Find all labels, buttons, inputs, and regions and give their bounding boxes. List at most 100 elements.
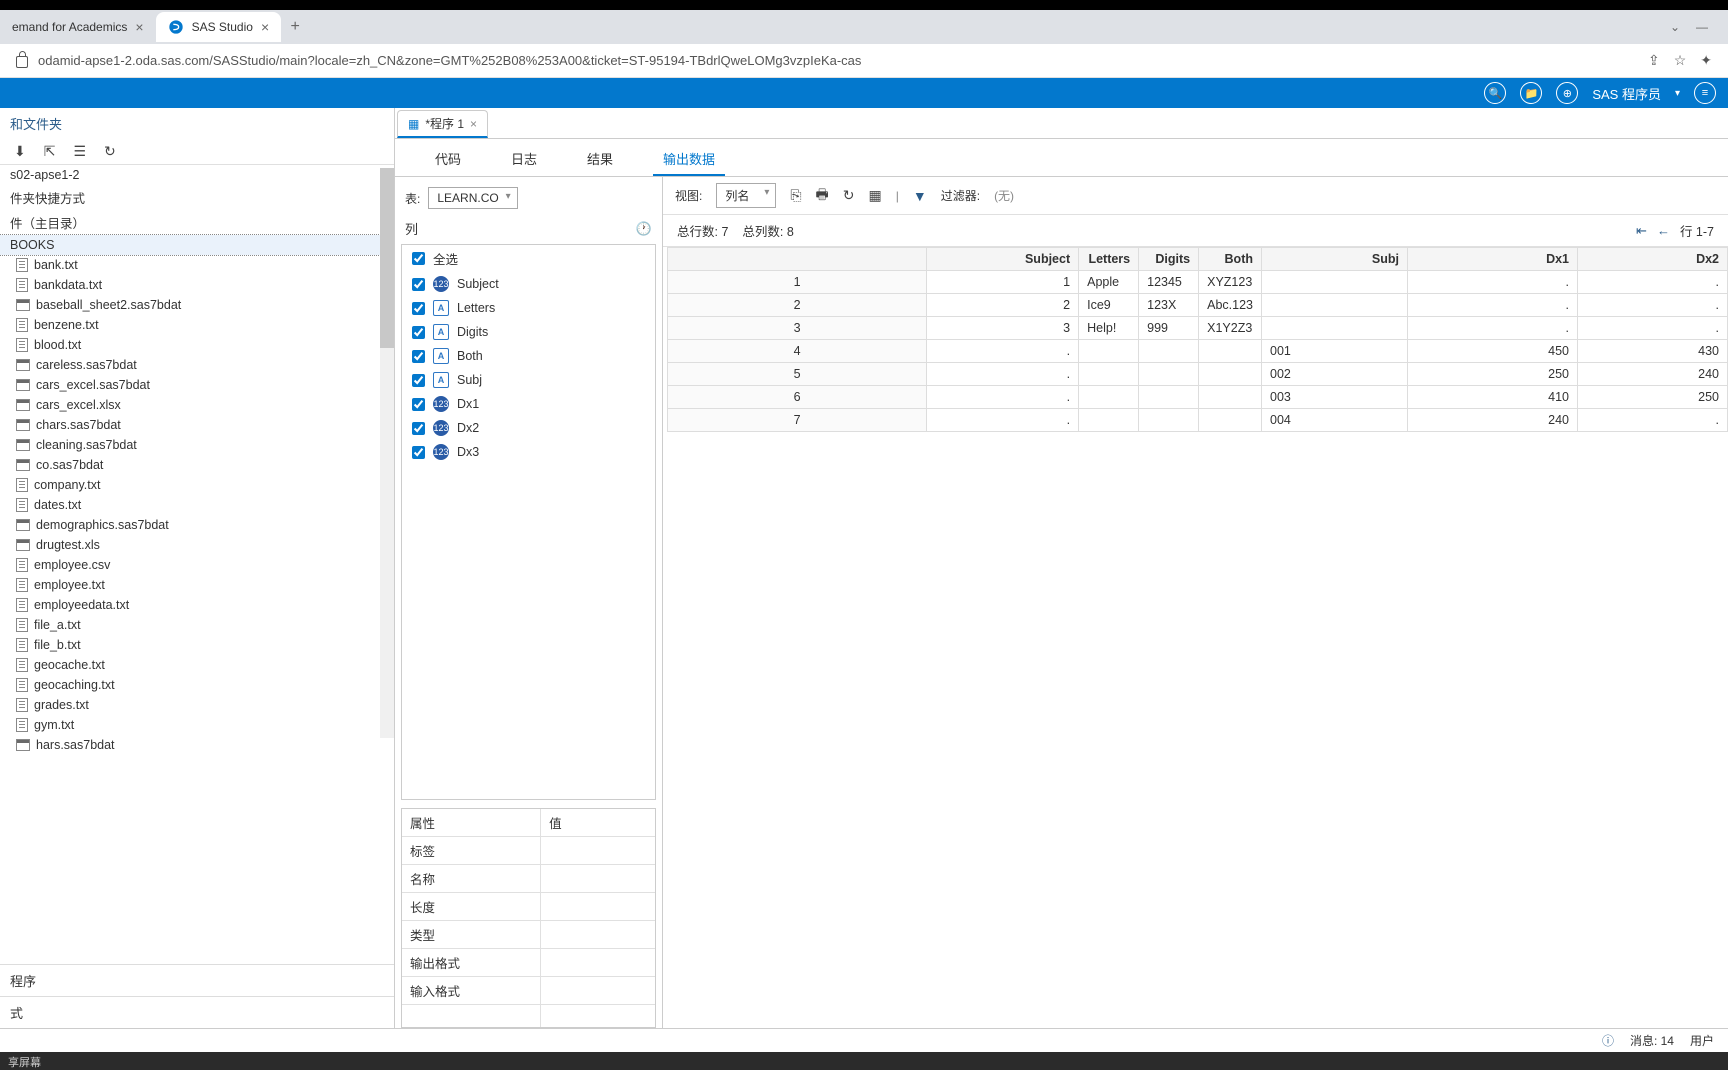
folder-icon[interactable]: 📁 (1520, 82, 1542, 104)
table-header[interactable]: Digits (1139, 248, 1199, 271)
table-cell[interactable] (1262, 271, 1408, 294)
tree-mainfolder[interactable]: 件（主目录） (0, 210, 394, 235)
tree-file[interactable]: hars.sas7bdat (0, 735, 394, 755)
view-select[interactable]: 列名 (716, 183, 776, 208)
tree-file[interactable]: bankdata.txt (0, 275, 394, 295)
table-cell[interactable]: 999 (1139, 317, 1199, 340)
clock-icon[interactable]: 🕐 (636, 221, 652, 237)
tree-file[interactable]: chars.sas7bdat (0, 415, 394, 435)
tree-file[interactable]: file_b.txt (0, 635, 394, 655)
browser-tab-sas[interactable]: SAS Studio × (156, 12, 282, 42)
select-all-checkbox[interactable] (412, 252, 425, 265)
table-cell[interactable]: XYZ123 (1199, 271, 1262, 294)
table-cell[interactable]: 123X (1139, 294, 1199, 317)
tree-file[interactable]: company.txt (0, 475, 394, 495)
table-cell[interactable]: 004 (1262, 409, 1408, 432)
table-cell[interactable] (1079, 386, 1139, 409)
table-cell[interactable]: Apple (1079, 271, 1139, 294)
column-checkbox[interactable] (412, 374, 425, 387)
table-cell[interactable]: 12345 (1139, 271, 1199, 294)
table-select[interactable]: LEARN.CO (428, 187, 517, 209)
program-tab[interactable]: ▦ *程序 1 × (397, 110, 488, 138)
column-item[interactable]: ASubj (402, 368, 655, 392)
table-row[interactable]: 4.001450430 (668, 340, 1728, 363)
tree-file[interactable]: careless.sas7bdat (0, 355, 394, 375)
list-icon[interactable]: ☰ (73, 143, 86, 160)
close-icon[interactable]: × (261, 19, 269, 35)
table-cell[interactable]: 250 (1408, 363, 1578, 386)
table-cell[interactable] (1079, 363, 1139, 386)
table-cell[interactable]: . (927, 386, 1079, 409)
tree-shortcuts[interactable]: 件夹快捷方式 (0, 185, 394, 210)
table-cell[interactable] (1079, 409, 1139, 432)
table-cell[interactable]: Abc.123 (1199, 294, 1262, 317)
column-checkbox[interactable] (412, 350, 425, 363)
table-cell[interactable]: 1 (927, 271, 1079, 294)
table-cell[interactable]: 3 (927, 317, 1079, 340)
close-icon[interactable]: × (470, 117, 477, 131)
refresh-icon[interactable]: ↻ (104, 143, 116, 160)
table-cell[interactable]: 450 (1408, 340, 1578, 363)
table-cell[interactable]: 7 (668, 409, 927, 432)
refresh-icon[interactable]: ↻ (843, 187, 855, 204)
table-cell[interactable] (1079, 340, 1139, 363)
download-icon[interactable]: ⬇ (14, 143, 26, 160)
tab-results[interactable]: 结果 (577, 145, 623, 176)
table-cell[interactable] (1139, 340, 1199, 363)
tree-server[interactable]: s02-apse1-2 (0, 165, 394, 185)
info-icon[interactable]: ⓘ (1602, 1032, 1614, 1049)
table-cell[interactable]: 2 (927, 294, 1079, 317)
tree-file[interactable]: benzene.txt (0, 315, 394, 335)
table-cell[interactable]: . (1408, 271, 1578, 294)
table-cell[interactable]: . (1408, 294, 1578, 317)
table-cell[interactable] (1262, 294, 1408, 317)
table-cell[interactable]: 3 (668, 317, 927, 340)
tree-file[interactable]: geocaching.txt (0, 675, 394, 695)
tree-file[interactable]: employee.csv (0, 555, 394, 575)
table-cell[interactable] (1199, 409, 1262, 432)
tree-file[interactable]: blood.txt (0, 335, 394, 355)
tree-file[interactable]: employeedata.txt (0, 595, 394, 615)
table-cell[interactable] (1139, 409, 1199, 432)
table-cell[interactable]: 001 (1262, 340, 1408, 363)
tab-log[interactable]: 日志 (501, 145, 547, 176)
table-cell[interactable] (1199, 363, 1262, 386)
table-cell[interactable]: 5 (668, 363, 927, 386)
table-row[interactable]: 5.002250240 (668, 363, 1728, 386)
column-item[interactable]: 123Subject (402, 272, 655, 296)
table-row[interactable]: 7.004240. (668, 409, 1728, 432)
table-cell[interactable]: . (927, 340, 1079, 363)
column-item[interactable]: ADigits (402, 320, 655, 344)
table-cell[interactable]: . (927, 409, 1079, 432)
tab-output[interactable]: 输出数据 (653, 145, 725, 176)
table-cell[interactable] (1262, 317, 1408, 340)
table-cell[interactable]: . (927, 363, 1079, 386)
chevron-down-icon[interactable]: ⌄ (1670, 20, 1680, 34)
tree-file[interactable]: geocache.txt (0, 655, 394, 675)
tree-file[interactable]: demographics.sas7bdat (0, 515, 394, 535)
tree-file[interactable]: co.sas7bdat (0, 455, 394, 475)
search-icon[interactable]: 🔍 (1484, 82, 1506, 104)
tree-file[interactable]: drugtest.xls (0, 535, 394, 555)
lock-icon[interactable] (16, 56, 28, 68)
share-icon[interactable]: ⇪ (1648, 52, 1660, 69)
browser-tab-academic[interactable]: emand for Academics × (0, 12, 156, 42)
column-item[interactable]: ALetters (402, 296, 655, 320)
table-cell[interactable]: . (1408, 317, 1578, 340)
table-cell[interactable]: . (1578, 271, 1728, 294)
table-cell[interactable]: 410 (1408, 386, 1578, 409)
table-row[interactable]: 33Help!999X1Y2Z3.. (668, 317, 1728, 340)
table-cell[interactable]: . (1578, 317, 1728, 340)
table-cell[interactable]: Ice9 (1079, 294, 1139, 317)
table-icon[interactable]: ▦ (869, 187, 882, 204)
table-cell[interactable]: 2 (668, 294, 927, 317)
tree-folder-books[interactable]: BOOKS (0, 235, 394, 255)
column-checkbox[interactable] (412, 278, 425, 291)
sidebar-section-formats[interactable]: 式 (0, 996, 394, 1028)
tree-file[interactable]: cleaning.sas7bdat (0, 435, 394, 455)
table-cell[interactable]: 250 (1578, 386, 1728, 409)
tree-file[interactable]: file_a.txt (0, 615, 394, 635)
print-icon[interactable]: 🖶 (816, 184, 829, 208)
table-cell[interactable]: 002 (1262, 363, 1408, 386)
table-header[interactable]: Both (1199, 248, 1262, 271)
